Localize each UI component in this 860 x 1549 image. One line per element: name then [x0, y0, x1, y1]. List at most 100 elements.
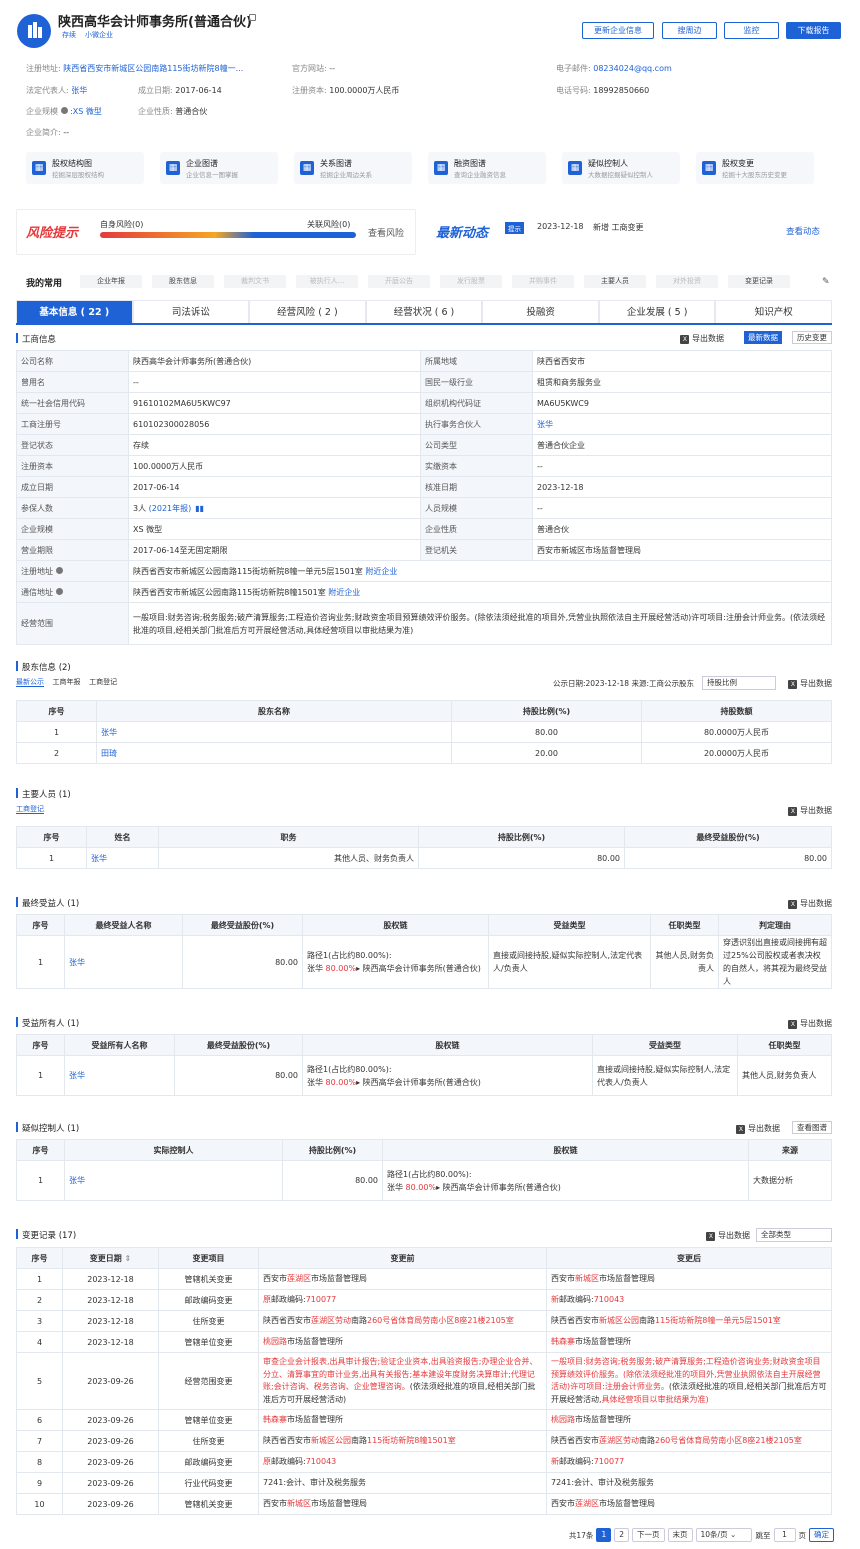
history-button[interactable]: 历史变更	[792, 331, 832, 344]
tab-5[interactable]: 企业发展 ( 5 )	[598, 300, 716, 323]
help-icon[interactable]	[56, 566, 63, 574]
shortcut-chip[interactable]: 被执行人...	[296, 275, 358, 288]
tool-structure[interactable]: ▦ 股权结构图 挖掘深层股权结构	[26, 152, 144, 184]
subtab-annual[interactable]: 工商年报	[53, 678, 81, 686]
addr-value[interactable]: 陕西省西安市新城区公园南路115街坊新院8幢一...	[63, 64, 243, 73]
bo-name[interactable]: 张华	[64, 1055, 175, 1096]
ctrl-export-button[interactable]: X 导出数据	[736, 1123, 780, 1134]
jump-input[interactable]: 1	[773, 1528, 796, 1542]
gs-label: 通信地址	[16, 581, 129, 603]
nearby-button[interactable]: 搜周边	[662, 22, 717, 39]
ctrl-name[interactable]: 张华	[64, 1160, 283, 1201]
chart-icon[interactable]: ▮▮	[195, 504, 204, 513]
shortcut-chip[interactable]: 股东信息	[152, 275, 214, 288]
subtab-latest[interactable]: 最新公示	[16, 678, 44, 687]
changes-export-button[interactable]: X 导出数据	[706, 1230, 750, 1241]
table-row: 8 2023-09-26 邮政编码变更 原邮政编码:710043 新邮政编码:71007…	[16, 1451, 832, 1473]
shortcut-chip[interactable]: 对外投资	[656, 275, 718, 288]
ubo-name[interactable]: 张华	[64, 935, 183, 989]
self-risk[interactable]: 自身风险(0)	[100, 219, 143, 230]
edit-icon[interactable]: ✎	[822, 277, 830, 287]
tab-1[interactable]: 司法诉讼	[132, 300, 250, 323]
sort-select[interactable]: 持股比例	[702, 676, 776, 690]
page-size-select[interactable]: 10条/页 ⌄	[695, 1528, 752, 1542]
tab-4[interactable]: 投融资	[482, 300, 599, 323]
next-page[interactable]: 下一页	[632, 1528, 665, 1542]
tab-2[interactable]: 经营风险 ( 2 )	[249, 300, 366, 323]
help-icon[interactable]	[60, 107, 68, 114]
persons-export-button[interactable]: X 导出数据	[788, 805, 832, 816]
gs-row: 成立日期 2017-06-14 核准日期 2023-12-18	[16, 476, 832, 498]
shortcut-chip[interactable]: 变更记录	[728, 275, 790, 288]
shortcut-chip[interactable]: 企业年报	[80, 275, 142, 288]
chevron-down-icon: ⌄	[729, 1530, 737, 1539]
change-text: 莲湖区劳动	[599, 1435, 639, 1445]
shortcut-chip[interactable]: 开庭公告	[368, 275, 430, 288]
bo-export-button[interactable]: X 导出数据	[788, 1018, 832, 1029]
shortcut-chip[interactable]: 发行股票	[440, 275, 502, 288]
related-risk[interactable]: 关联风险(0)	[307, 219, 350, 230]
update-info-button[interactable]: 更新企业信息	[582, 22, 654, 39]
tool-graph[interactable]: ▦ 企业图谱 企业信息一图掌握	[160, 152, 278, 184]
gs-value: --	[532, 497, 832, 519]
persons-subtab[interactable]: 工商登记	[16, 805, 44, 814]
capital-label: 注册资本:	[292, 86, 327, 95]
cell-name[interactable]: 田琦	[96, 742, 452, 764]
tab-0[interactable]: 基本信息 ( 22 )	[16, 300, 133, 323]
type-filter-select[interactable]: 全部类型	[756, 1228, 832, 1242]
last-page[interactable]: 末页	[667, 1528, 693, 1542]
tool-subtitle: 查询企业融资信息	[454, 170, 506, 179]
subtab-register[interactable]: 工商登记	[89, 678, 117, 686]
cell-before: 陕西省西安市新城区公园南路115街坊新院8幢1501室	[258, 1430, 547, 1452]
shortcut-chip[interactable]: 主要人员	[584, 275, 646, 288]
cell-no: 7	[16, 1430, 63, 1452]
col-date[interactable]: 变更日期 ⇕	[62, 1247, 159, 1269]
tool-person[interactable]: ▦ 疑似控制人 大数据挖掘疑似控制人	[562, 152, 680, 184]
help-icon[interactable]	[56, 587, 63, 595]
view-graph-button[interactable]: 查看图谱	[792, 1121, 832, 1134]
gs-export-button[interactable]: X 导出数据	[680, 333, 724, 344]
tool-history[interactable]: ▦ 股权变更 挖掘十大股东历史变更	[696, 152, 814, 184]
gs-value[interactable]: 张华	[532, 413, 832, 435]
tab-3[interactable]: 经营状况 ( 6 )	[365, 300, 483, 323]
chain-from: 张华	[387, 1182, 403, 1192]
change-text: 韩森寨	[263, 1414, 287, 1424]
col-after: 变更后	[546, 1247, 832, 1269]
tool-finance[interactable]: ▦ 融资图谱 查询企业融资信息	[428, 152, 546, 184]
tool-subtitle: 挖掘企业周边关系	[320, 170, 372, 179]
nearby-link[interactable]: 附近企业	[365, 567, 397, 576]
page-1[interactable]: 1	[596, 1528, 612, 1542]
monitor-button[interactable]: 监控	[724, 22, 779, 39]
view-news-link[interactable]: 查看动态	[786, 225, 820, 237]
nearby-link[interactable]: 附近企业	[328, 588, 360, 597]
cell-before: 西安市新城区市场监督管理局	[258, 1493, 547, 1515]
cell-item: 管辖单位变更	[158, 1409, 259, 1431]
copy-icon[interactable]	[249, 14, 256, 21]
legal-value[interactable]: 张华	[71, 86, 87, 95]
email-value[interactable]: 08234024@qq.com	[593, 64, 672, 73]
change-text: 市场监督管理所	[287, 1414, 343, 1424]
page-2[interactable]: 2	[614, 1528, 629, 1542]
cell-before: 原邮政编码:710043	[258, 1451, 547, 1473]
gs-value-text: 100.0000万人民币	[133, 461, 204, 471]
table-row: 10 2023-09-26 管辖机关变更 西安市新城区市场监督管理局 西安市莲湖区市场监…	[16, 1493, 832, 1515]
download-report-button[interactable]: 下载报告	[786, 22, 841, 39]
annual-report-link[interactable]: (2021年报)	[149, 504, 192, 513]
sort-icon[interactable]: ⇕	[125, 1254, 132, 1263]
persons-name[interactable]: 张华	[86, 847, 159, 869]
latest-data-button[interactable]: 最新数据	[744, 331, 782, 344]
view-risk-link[interactable]: 查看风险	[368, 226, 404, 239]
ubo-export-button[interactable]: X 导出数据	[788, 898, 832, 909]
cell-name[interactable]: 张华	[96, 721, 452, 743]
tool-relation[interactable]: ▦ 关系图谱 挖掘企业周边关系	[294, 152, 412, 184]
col-no: 序号	[16, 1034, 65, 1056]
confirm-button[interactable]: 确定	[809, 1528, 834, 1542]
news-text[interactable]: 新增 工商变更	[593, 222, 644, 233]
shareholders-export-button[interactable]: X 导出数据	[788, 678, 832, 689]
shortcut-chip[interactable]: 并购事件	[512, 275, 574, 288]
gs-value-text: 3人	[133, 503, 147, 513]
shortcut-chip[interactable]: 裁判文书	[224, 275, 286, 288]
excel-icon: X	[680, 335, 690, 344]
tab-6[interactable]: 知识产权	[715, 300, 833, 323]
cell-no: 5	[16, 1352, 63, 1410]
